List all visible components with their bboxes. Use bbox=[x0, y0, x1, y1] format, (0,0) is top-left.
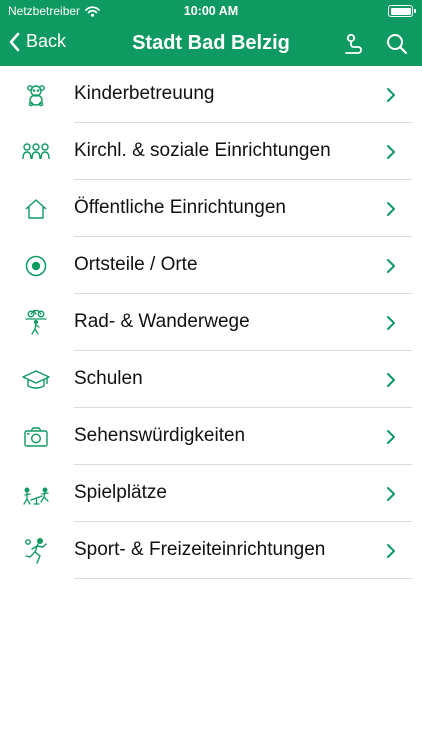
teddy-bear-icon bbox=[27, 85, 45, 107]
playground-icon bbox=[23, 487, 49, 505]
chevron-right-icon bbox=[387, 259, 395, 273]
camera-icon bbox=[24, 427, 48, 447]
chevron-right-icon bbox=[387, 88, 395, 102]
list-item-label: Kinderbetreuung bbox=[74, 83, 215, 104]
chevron-right-icon bbox=[387, 430, 395, 444]
sport-icon bbox=[25, 538, 47, 564]
status-time: 10:00 AM bbox=[183, 4, 239, 18]
bike-hike-icon bbox=[25, 309, 47, 335]
battery-icon bbox=[388, 5, 416, 17]
header-bar: Netzbetreiber 10:00 AM Back Stadt Bad Be… bbox=[0, 0, 422, 66]
list-item-label: Kirchl. & soziale Einrichtungen bbox=[74, 140, 331, 161]
navigation-bar: Back Stadt Bad Belzig bbox=[0, 22, 422, 66]
list-item-label: Sehenswürdigkeiten bbox=[74, 425, 246, 446]
list-item-label: Ortsteile / Orte bbox=[74, 254, 198, 275]
chevron-right-icon bbox=[387, 544, 395, 558]
list-item-spielplaetze[interactable]: Spielplätze bbox=[0, 465, 422, 522]
route-button[interactable] bbox=[340, 30, 368, 58]
list-item-label: Sport- & Freizeiteinrichtungen bbox=[74, 539, 326, 560]
search-icon bbox=[387, 34, 408, 55]
chevron-right-icon bbox=[387, 202, 395, 216]
row-separator bbox=[74, 578, 412, 579]
list-item-label: Spielplätze bbox=[74, 482, 167, 503]
search-button[interactable] bbox=[383, 30, 411, 58]
list-item-sport-freizeiteinrichtungen[interactable]: Sport- & Freizeiteinrichtungen bbox=[0, 522, 422, 579]
list-item-kirchl-soziale-einrichtungen[interactable]: Kirchl. & soziale Einrichtungen bbox=[0, 123, 422, 180]
chevron-right-icon bbox=[387, 487, 395, 501]
list-item-kinderbetreuung[interactable]: Kinderbetreuung bbox=[0, 66, 422, 123]
list-item-rad-wanderwege[interactable]: Rad- & Wanderwege bbox=[0, 294, 422, 351]
list-item-sehenswuerdigkeiten[interactable]: Sehenswürdigkeiten bbox=[0, 408, 422, 465]
people-group-icon bbox=[22, 143, 50, 160]
chevron-right-icon bbox=[387, 373, 395, 387]
list-item-oeffentliche-einrichtungen[interactable]: Öffentliche Einrichtungen bbox=[0, 180, 422, 237]
house-icon bbox=[25, 199, 47, 219]
target-circle-icon bbox=[25, 255, 47, 277]
chevron-right-icon bbox=[387, 316, 395, 330]
list-item-label: Öffentliche Einrichtungen bbox=[74, 197, 286, 218]
status-bar: Netzbetreiber 10:00 AM bbox=[0, 0, 422, 22]
list-item-label: Schulen bbox=[74, 368, 143, 389]
list-item-ortsteile-orte[interactable]: Ortsteile / Orte bbox=[0, 237, 422, 294]
list-item-label: Rad- & Wanderwege bbox=[74, 311, 250, 332]
route-icon bbox=[345, 33, 362, 54]
category-list: Kinderbetreuung Kirchl. & soziale Einric… bbox=[0, 66, 422, 579]
list-item-schulen[interactable]: Schulen bbox=[0, 351, 422, 408]
chevron-right-icon bbox=[387, 145, 395, 159]
graduation-cap-icon bbox=[22, 370, 50, 389]
